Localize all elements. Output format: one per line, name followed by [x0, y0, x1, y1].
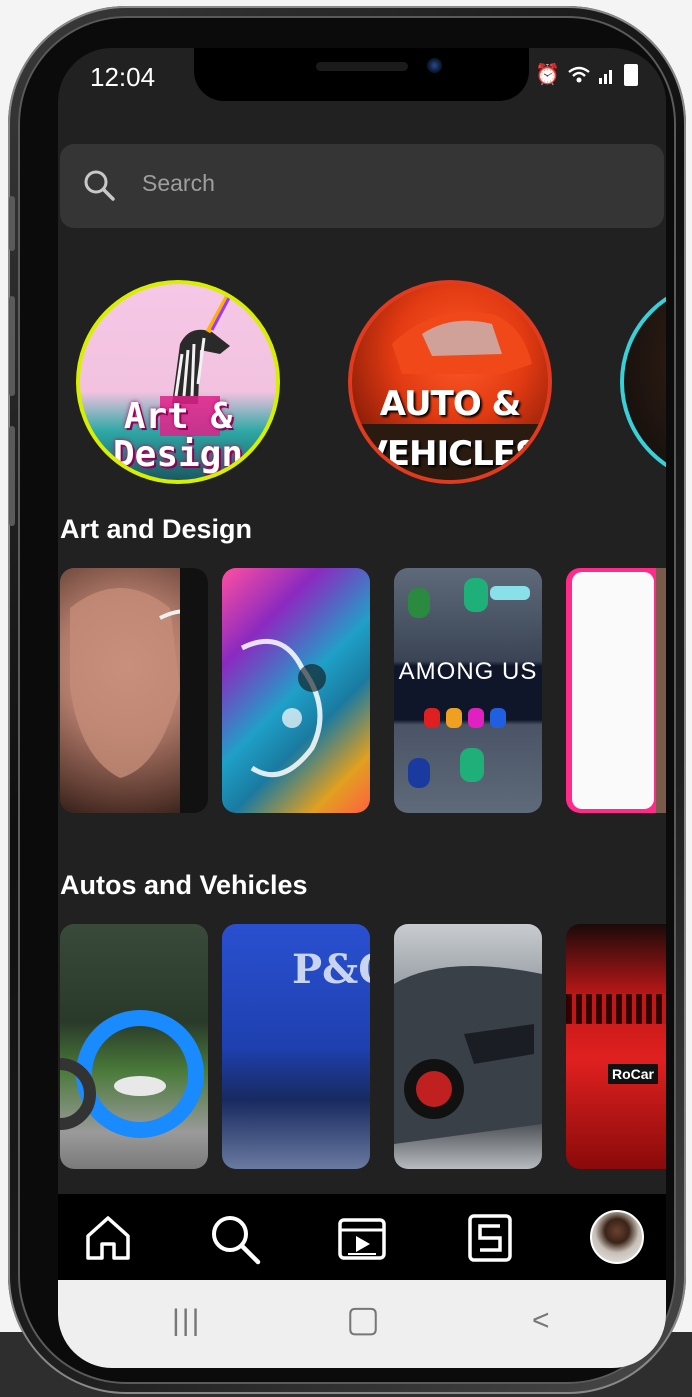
system-nav-bar: ||| ▢ < — [58, 1280, 666, 1368]
video-thumbnail[interactable] — [394, 924, 542, 1169]
video-thumbnail[interactable] — [566, 568, 666, 813]
phone-frame: 12:04 ⏰ Search Art & Design AUTO & VEHIC… — [8, 6, 686, 1394]
category-auto-vehicles[interactable]: AUTO & VEHICLES — [348, 280, 552, 484]
side-button — [9, 296, 15, 396]
video-thumbnail[interactable] — [60, 568, 208, 813]
section-title: Autos and Vehicles — [60, 870, 308, 900]
section-title: Art and Design — [60, 514, 253, 544]
car-grille — [566, 994, 666, 1024]
thumbnail-text: P&O — [292, 946, 370, 993]
category-art-design[interactable]: Art & Design — [76, 280, 280, 484]
thumbnail-text: AMONG US — [398, 658, 538, 685]
signal-icon — [599, 69, 612, 84]
side-button — [9, 426, 15, 526]
search-input[interactable]: Search — [142, 170, 215, 197]
status-time: 12:04 — [90, 62, 156, 92]
reels-icon[interactable] — [336, 1212, 388, 1264]
category-label: AUTO & — [379, 384, 521, 424]
car-image — [394, 966, 542, 1144]
alarm-icon: ⏰ — [535, 64, 560, 86]
recent-apps-button[interactable]: ||| — [172, 1304, 201, 1338]
thumbnail-edge — [656, 568, 666, 813]
search-icon — [84, 170, 115, 201]
status-icons: ⏰ — [535, 62, 638, 87]
drawing-paper — [572, 572, 654, 809]
front-camera — [427, 58, 442, 73]
category-label: Design — [112, 434, 244, 475]
screen: 12:04 ⏰ Search Art & Design AUTO & VEHIC… — [58, 48, 666, 1368]
video-thumbnail[interactable] — [222, 568, 370, 813]
side-button — [9, 196, 15, 251]
video-thumbnail[interactable]: RoCar — [566, 924, 666, 1169]
video-thumbnail[interactable]: P&O — [222, 924, 370, 1169]
bike-image — [60, 1010, 204, 1138]
among-us-image — [408, 578, 530, 788]
battery-icon — [624, 63, 638, 86]
category-beauty[interactable] — [620, 280, 666, 484]
video-thumbnail[interactable] — [60, 924, 208, 1169]
search-icon[interactable] — [208, 1212, 262, 1266]
home-button[interactable]: ▢ — [346, 1298, 380, 1340]
camera-notch — [194, 48, 529, 101]
sculpture-image — [70, 568, 208, 813]
category-label: VEHICLES — [361, 434, 540, 474]
speaker-grille — [316, 62, 408, 71]
thumbnail-text: RoCar — [608, 1064, 659, 1084]
video-thumbnail[interactable]: AMONG US — [394, 568, 542, 813]
wifi-icon — [568, 66, 590, 82]
bottom-nav — [58, 1194, 666, 1280]
shorts-icon[interactable] — [464, 1212, 516, 1264]
paint-pour-image — [240, 638, 326, 778]
home-icon[interactable] — [82, 1212, 134, 1264]
search-bar[interactable]: Search — [60, 144, 664, 228]
category-label: Art & — [123, 396, 233, 437]
profile-avatar[interactable] — [590, 1210, 644, 1264]
back-button[interactable]: < — [532, 1304, 550, 1338]
